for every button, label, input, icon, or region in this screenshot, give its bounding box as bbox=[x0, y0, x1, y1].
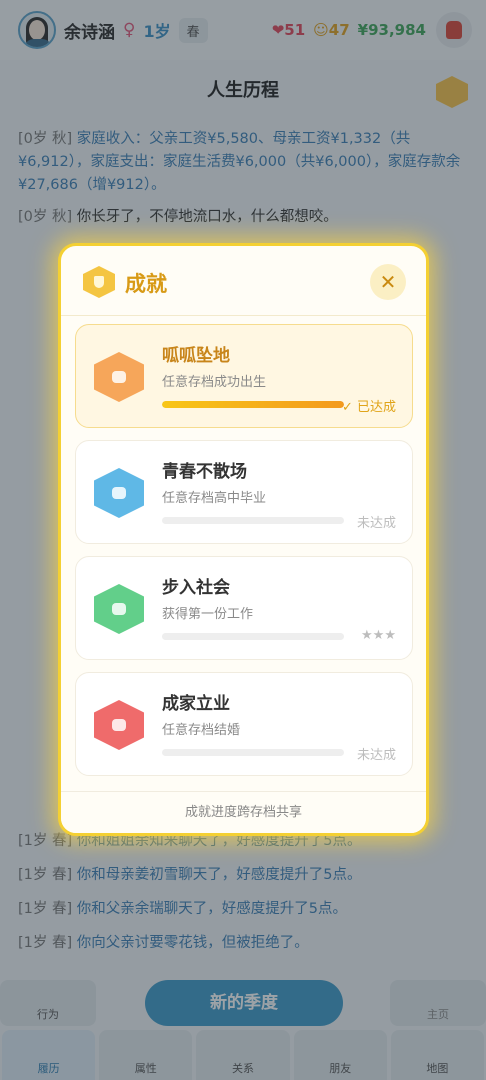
achievement-modal: 成就 ✕ 呱呱坠地 任意存档成功出生 ✓ 已达成 青春不散场 任意存档高中毕业 … bbox=[58, 243, 429, 836]
trophy-icon bbox=[83, 266, 115, 298]
modal-header: 成就 ✕ bbox=[61, 246, 426, 316]
achievement-status: 未达成 bbox=[356, 748, 396, 763]
achievement-card: 青春不散场 任意存档高中毕业 未达成 bbox=[75, 440, 413, 544]
achievement-desc: 任意存档成功出生 bbox=[162, 375, 267, 390]
achievement-name: 步入社会 bbox=[162, 578, 230, 598]
achievement-desc: 获得第一份工作 bbox=[162, 607, 254, 622]
achievement-name: 呱呱坠地 bbox=[162, 346, 230, 366]
achievement-desc: 任意存档结婚 bbox=[162, 723, 241, 738]
achievement-card: 呱呱坠地 任意存档成功出生 ✓ 已达成 bbox=[75, 324, 413, 428]
rings-icon bbox=[94, 700, 144, 750]
baby-icon bbox=[94, 352, 144, 402]
graduation-cap-icon bbox=[94, 468, 144, 518]
achievement-card: 步入社会 获得第一份工作 ★★★ bbox=[75, 556, 413, 660]
progress-bar bbox=[162, 401, 344, 408]
modal-title: 成就 bbox=[125, 272, 167, 296]
achievement-name: 青春不散场 bbox=[162, 462, 247, 482]
progress-bar bbox=[162, 633, 344, 640]
close-button[interactable]: ✕ bbox=[370, 264, 406, 300]
achievement-card: 成家立业 任意存档结婚 未达成 bbox=[75, 672, 413, 776]
achievement-stars: ★★★ bbox=[361, 628, 396, 643]
achievement-status: ✓ 已达成 bbox=[341, 400, 396, 415]
briefcase-icon bbox=[94, 584, 144, 634]
modal-footer-note: 成就进度跨存档共享 bbox=[61, 791, 426, 833]
achievement-desc: 任意存档高中毕业 bbox=[162, 491, 267, 506]
achievement-name: 成家立业 bbox=[162, 694, 230, 714]
achievement-status: 未达成 bbox=[356, 516, 396, 531]
progress-bar bbox=[162, 517, 344, 524]
progress-bar bbox=[162, 749, 344, 756]
